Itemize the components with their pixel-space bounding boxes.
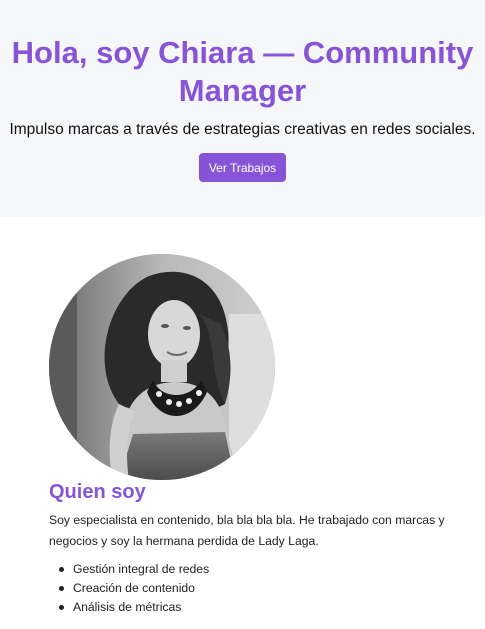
skill-item: Gestión integral de redes (58, 560, 209, 579)
about-text: Soy especialista en contenido, bla bla b… (49, 513, 445, 548)
about-section: Quien soy Soy especialista en contenido,… (0, 217, 485, 629)
portrait-icon (49, 254, 275, 480)
hero-section: Hola, soy Chiara — Community Manager Imp… (0, 0, 485, 217)
skill-item: Análisis de métricas (58, 598, 209, 617)
hero-subtitle: Impulso marcas a través de estrategias c… (9, 121, 476, 138)
hero-title: Hola, soy Chiara — Community Manager (11, 35, 474, 108)
about-title: Quien soy (49, 481, 146, 503)
skill-item: Creación de contenido (58, 579, 209, 598)
view-work-button[interactable]: Ver Trabajos (199, 153, 286, 182)
profile-photo (49, 254, 275, 480)
skills-list: Gestión integral de redes Creación de co… (49, 560, 209, 617)
